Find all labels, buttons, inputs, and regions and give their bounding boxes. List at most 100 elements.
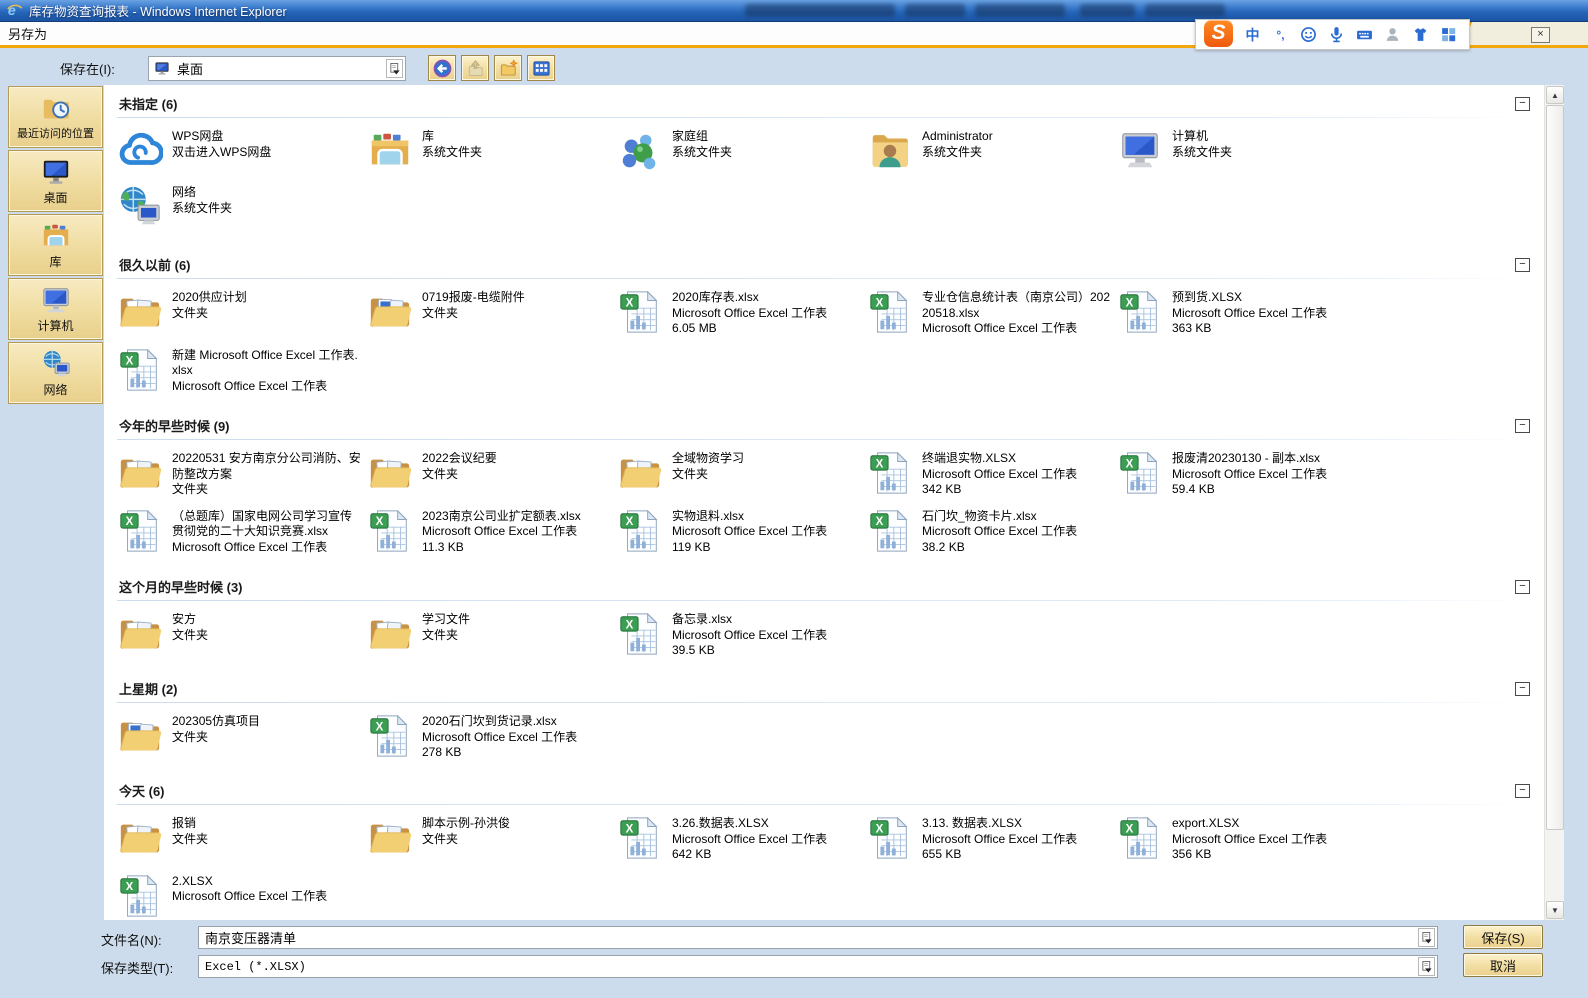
file-type: Microsoft Office Excel 工作表 xyxy=(172,540,362,556)
folder-icon xyxy=(117,450,163,496)
file-item[interactable]: X终端退实物.XLSXMicrosoft Office Excel 工作表342… xyxy=(867,445,1117,503)
file-size: 39.5 KB xyxy=(672,643,862,659)
keyboard-icon[interactable] xyxy=(1356,26,1373,43)
file-item[interactable]: X新建 Microsoft Office Excel 工作表.xlsxMicro… xyxy=(117,342,367,400)
filename-dropdown-button[interactable] xyxy=(1418,928,1435,947)
collapse-group-button[interactable]: − xyxy=(1515,419,1530,433)
file-name: 石门坎_物资卡片.xlsx xyxy=(922,509,1112,525)
excel-file-icon: X xyxy=(617,815,663,861)
smiley-icon[interactable] xyxy=(1300,26,1317,43)
file-name: 全域物资学习 xyxy=(672,451,862,467)
sidebar-item-computer[interactable]: 计算机 xyxy=(8,278,103,340)
file-item[interactable]: X3.13. 数据表.XLSXMicrosoft Office Excel 工作… xyxy=(867,810,1117,868)
file-name: 0719报废-电缆附件 xyxy=(422,290,612,306)
filename-label: 文件名(N): xyxy=(101,930,162,949)
folder-icon xyxy=(117,815,163,861)
scroll-up-button[interactable]: ▲ xyxy=(1546,86,1564,104)
file-list[interactable]: 未指定 (6)−WPS网盘双击进入WPS网盘库系统文件夹家庭组系统文件夹Admi… xyxy=(104,85,1564,920)
scrollbar[interactable]: ▲ ▼ xyxy=(1544,85,1564,920)
file-item[interactable]: 安方文件夹 xyxy=(117,606,367,664)
save-button[interactable]: 保存(S) xyxy=(1463,925,1543,949)
file-item[interactable]: 2020供应计划文件夹 xyxy=(117,284,367,342)
ime-toolbar: S中 °, xyxy=(1195,19,1470,50)
file-item[interactable]: X2020石门坎到货记录.xlsxMicrosoft Office Excel … xyxy=(367,708,617,766)
file-item[interactable]: X（总题库）国家电网公司学习宣传贯彻党的二十大知识竞赛.xlsxMicrosof… xyxy=(117,503,367,561)
file-item[interactable]: 20220531 安方南京分公司消防、安防整改方案文件夹 xyxy=(117,445,367,503)
file-item[interactable]: X备忘录.xlsxMicrosoft Office Excel 工作表39.5 … xyxy=(617,606,867,664)
shirt-icon[interactable] xyxy=(1412,26,1429,43)
file-item[interactable]: 2022会议纪要文件夹 xyxy=(367,445,617,503)
scroll-down-button[interactable]: ▼ xyxy=(1546,901,1564,919)
file-type: Microsoft Office Excel 工作表 xyxy=(422,524,612,540)
file-item[interactable]: X2.XLSXMicrosoft Office Excel 工作表 xyxy=(117,868,367,921)
file-item[interactable]: 0719报废-电缆附件文件夹 xyxy=(367,284,617,342)
file-type: 文件夹 xyxy=(422,467,612,483)
group-rule xyxy=(117,439,1530,440)
file-size: 363 KB xyxy=(1172,321,1362,337)
file-item[interactable]: 报销文件夹 xyxy=(117,810,367,868)
sidebar-item-label: 最近访问的位置 xyxy=(17,125,94,141)
file-item[interactable]: X报废清20230130 - 副本.xlsxMicrosoft Office E… xyxy=(1117,445,1367,503)
file-item[interactable]: 202305仿真项目文件夹 xyxy=(117,708,367,766)
filename-input[interactable] xyxy=(205,930,1418,945)
titlebar-artifact xyxy=(905,4,965,17)
file-item[interactable]: 学习文件文件夹 xyxy=(367,606,617,664)
file-item-text: 专业仓信息统计表（南京公司）20220518.xlsxMicrosoft Off… xyxy=(922,289,1112,337)
back-button[interactable] xyxy=(428,55,456,81)
file-item[interactable]: 库系统文件夹 xyxy=(367,123,617,179)
file-item[interactable]: X3.26.数据表.XLSXMicrosoft Office Excel 工作表… xyxy=(617,810,867,868)
file-item[interactable]: Xexport.XLSXMicrosoft Office Excel 工作表35… xyxy=(1117,810,1367,868)
file-item[interactable]: Administrator系统文件夹 xyxy=(867,123,1117,179)
file-group: 很久以前 (6) − 2020供应计划文件夹0719报废-电缆附件文件夹X2020库… xyxy=(117,249,1530,401)
file-item[interactable]: 家庭组系统文件夹 xyxy=(617,123,867,179)
punctuation-icon[interactable]: °, xyxy=(1272,26,1289,43)
views-button[interactable] xyxy=(527,55,555,81)
file-item[interactable]: 网络系统文件夹 xyxy=(117,179,367,235)
sidebar-item-desktop[interactable]: 桌面 xyxy=(8,150,103,212)
file-item[interactable]: WPS网盘双击进入WPS网盘 xyxy=(117,123,367,179)
file-type: 系统文件夹 xyxy=(922,145,1112,161)
file-type: Microsoft Office Excel 工作表 xyxy=(1172,832,1362,848)
file-item[interactable]: 全域物资学习文件夹 xyxy=(617,445,867,503)
location-dropdown-button[interactable] xyxy=(386,59,403,78)
sogou-logo[interactable]: S xyxy=(1204,20,1233,47)
file-name: 新建 Microsoft Office Excel 工作表.xlsx xyxy=(172,348,362,379)
file-item[interactable]: X2023南京公司业扩定额表.xlsxMicrosoft Office Exce… xyxy=(367,503,617,561)
close-button[interactable]: × xyxy=(1531,27,1550,43)
collapse-group-button[interactable]: − xyxy=(1515,97,1530,111)
file-name: 网络 xyxy=(172,185,362,201)
save-type-input[interactable] xyxy=(205,960,1418,974)
save-type-dropdown-button[interactable] xyxy=(1418,957,1435,976)
file-item[interactable]: X专业仓信息统计表（南京公司）20220518.xlsxMicrosoft Of… xyxy=(867,284,1117,342)
collapse-group-button[interactable]: − xyxy=(1515,580,1530,594)
sidebar-item-label: 计算机 xyxy=(37,317,73,334)
svg-text:X: X xyxy=(876,823,884,835)
file-item[interactable]: X2020库存表.xlsxMicrosoft Office Excel 工作表6… xyxy=(617,284,867,342)
group-label: 很久以前 (6) xyxy=(119,255,191,274)
chinese-mode-icon[interactable]: 中 xyxy=(1244,26,1261,43)
sidebar-item-recent[interactable]: 最近访问的位置 xyxy=(8,86,103,148)
collapse-group-button[interactable]: − xyxy=(1515,784,1530,798)
new-folder-button[interactable] xyxy=(494,55,522,81)
file-item[interactable]: 脚本示例-孙洪俊文件夹 xyxy=(367,810,617,868)
file-type: 文件夹 xyxy=(172,832,362,848)
scrollbar-thumb[interactable] xyxy=(1546,105,1564,830)
sidebar-item-libraries[interactable]: 库 xyxy=(8,214,103,276)
sidebar-item-network[interactable]: 网络 xyxy=(8,342,103,404)
file-item[interactable]: X预到货.XLSXMicrosoft Office Excel 工作表363 K… xyxy=(1117,284,1367,342)
person-icon[interactable] xyxy=(1384,26,1401,43)
collapse-group-button[interactable]: − xyxy=(1515,258,1530,272)
grid-icon[interactable] xyxy=(1440,26,1457,43)
collapse-group-button[interactable]: − xyxy=(1515,682,1530,696)
file-item[interactable]: X石门坎_物资卡片.xlsxMicrosoft Office Excel 工作表… xyxy=(867,503,1117,561)
group-rule xyxy=(117,804,1530,805)
cancel-button[interactable]: 取消 xyxy=(1463,953,1543,977)
microphone-icon[interactable] xyxy=(1328,26,1345,43)
file-name: 2020石门坎到货记录.xlsx xyxy=(422,714,612,730)
group-items: 安方文件夹学习文件文件夹X备忘录.xlsxMicrosoft Office Ex… xyxy=(117,606,1530,664)
file-item[interactable]: 计算机系统文件夹 xyxy=(1117,123,1367,179)
file-item[interactable]: X实物退料.xlsxMicrosoft Office Excel 工作表119 … xyxy=(617,503,867,561)
location-combobox[interactable]: 桌面 xyxy=(148,56,406,81)
up-one-level-button[interactable] xyxy=(461,55,489,81)
file-item-text: 20220531 安方南京分公司消防、安防整改方案文件夹 xyxy=(172,450,362,498)
